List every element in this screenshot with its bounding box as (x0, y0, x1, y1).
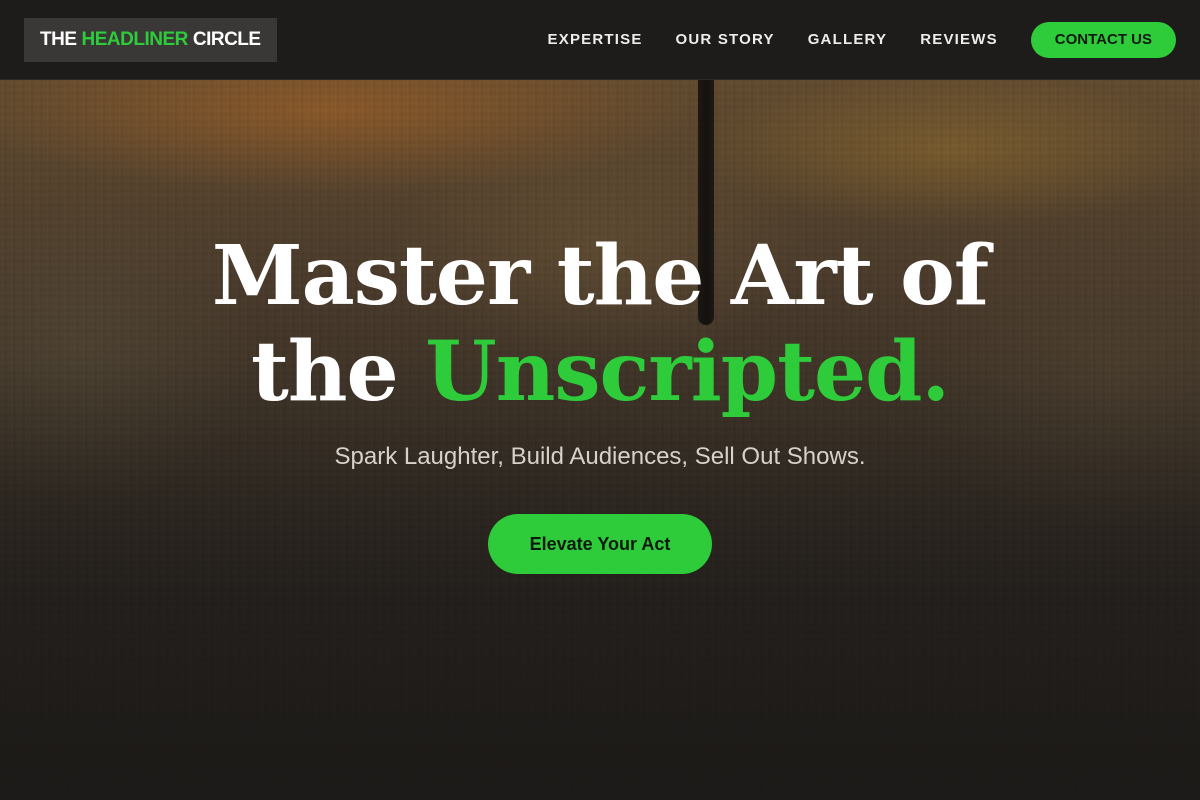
headline-line-2-plain: the (250, 324, 399, 420)
nav-link-our-story[interactable]: OUR STORY (676, 31, 775, 48)
headline-line-1: Master the Art of (211, 228, 989, 324)
headline-line-2-accent: Unscripted. (425, 324, 950, 420)
site-logo[interactable]: THE HEADLINER CIRCLE (24, 17, 277, 62)
nav-link-reviews[interactable]: REVIEWS (920, 31, 998, 48)
hero-section: Master the Art of the Unscripted. Spark … (0, 0, 1200, 800)
nav-link-expertise[interactable]: EXPERTISE (548, 31, 643, 48)
contact-us-button[interactable]: CONTACT US (1030, 21, 1176, 58)
nav-link-gallery[interactable]: GALLERY (808, 31, 888, 48)
logo-word-headliner: HEADLINER (81, 28, 189, 50)
hero-headline: Master the Art of the Unscripted. (0, 228, 1200, 420)
site-header: THE HEADLINER CIRCLE EXPERTISE OUR STORY… (0, 0, 1200, 80)
main-nav: EXPERTISE OUR STORY GALLERY REVIEWS CONT… (515, 21, 1176, 58)
logo-word-the: THE (40, 28, 77, 50)
logo-word-circle: CIRCLE (192, 28, 261, 50)
elevate-your-act-button[interactable]: Elevate Your Act (488, 514, 712, 574)
hero-subtitle: Spark Laughter, Build Audiences, Sell Ou… (334, 443, 866, 470)
